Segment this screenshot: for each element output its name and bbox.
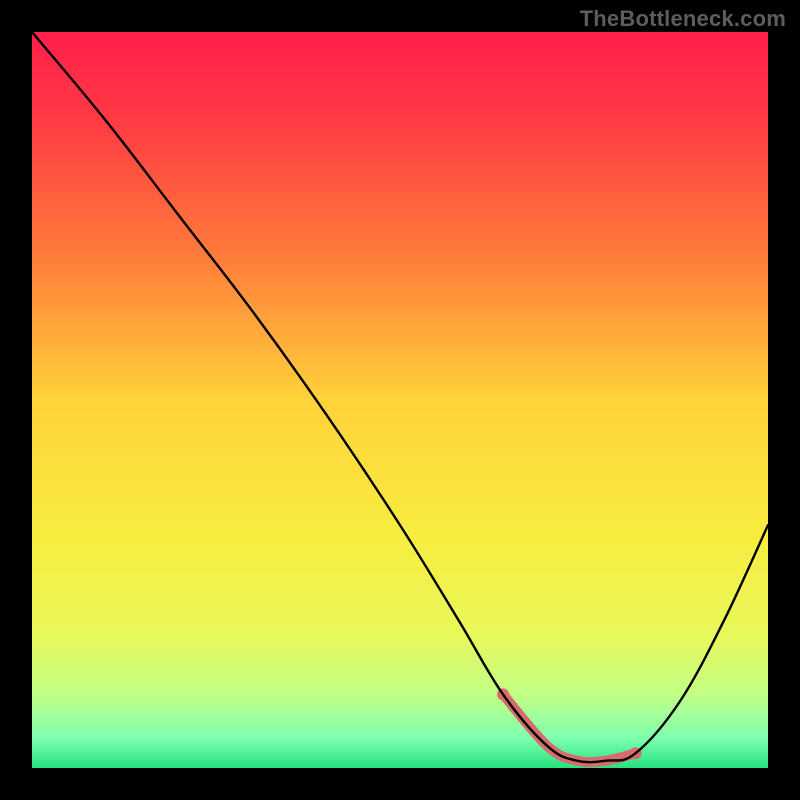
chart-plot bbox=[32, 32, 768, 768]
watermark-text: TheBottleneck.com bbox=[580, 6, 786, 32]
gradient-bg bbox=[32, 32, 768, 768]
chart-svg bbox=[32, 32, 768, 768]
chart-frame: TheBottleneck.com bbox=[0, 0, 800, 800]
